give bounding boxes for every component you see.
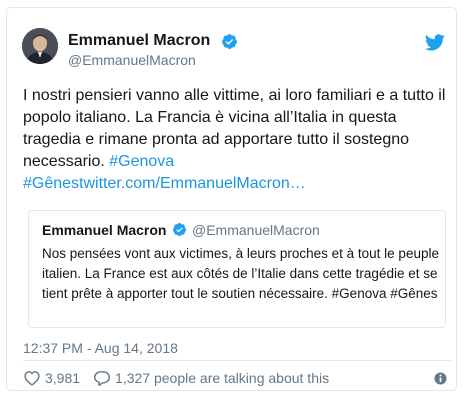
heart-icon[interactable] [23,370,41,386]
talking-about-count[interactable]: 1,327 people are talking about this [115,370,329,386]
tweet-timestamp[interactable]: 12:37 PM - Aug 14, 2018 [23,340,178,356]
reply-icon[interactable] [93,370,111,386]
twitter-bird-icon[interactable] [425,34,445,51]
avatar[interactable] [22,28,58,64]
author-handle[interactable]: @EmmanuelMacron [68,51,196,69]
quoted-tweet-text: Nos pensées vont aux victimes, à leurs p… [42,246,439,301]
author-name[interactable]: Emmanuel Macron [68,32,210,50]
quoted-author-name[interactable]: Emmanuel Macron [42,222,166,238]
tweet-card: Emmanuel Macron @EmmanuelMacron I nostri… [6,7,457,391]
tweet-text: I nostri pensieri vanno alle vittime, ai… [23,85,453,195]
divider [23,360,451,361]
hashtag-genova-link[interactable]: #Genova [109,153,174,170]
quoted-author-handle[interactable]: @EmmanuelMacron [192,222,320,238]
tweet-body: I nostri pensieri vanno alle vittime, ai… [23,87,446,170]
quoted-tweet[interactable]: Emmanuel Macron @EmmanuelMacron Nos pens… [28,210,446,328]
tweet-actions: 3,981 1,327 people are talking about thi… [23,369,329,387]
like-count: 3,981 [45,370,81,386]
verified-icon [172,222,187,237]
info-icon[interactable] [434,372,447,385]
quoted-tweet-link[interactable]: #Gênestwitter.com/EmmanuelMacron… [23,175,306,192]
verified-icon [222,34,237,49]
